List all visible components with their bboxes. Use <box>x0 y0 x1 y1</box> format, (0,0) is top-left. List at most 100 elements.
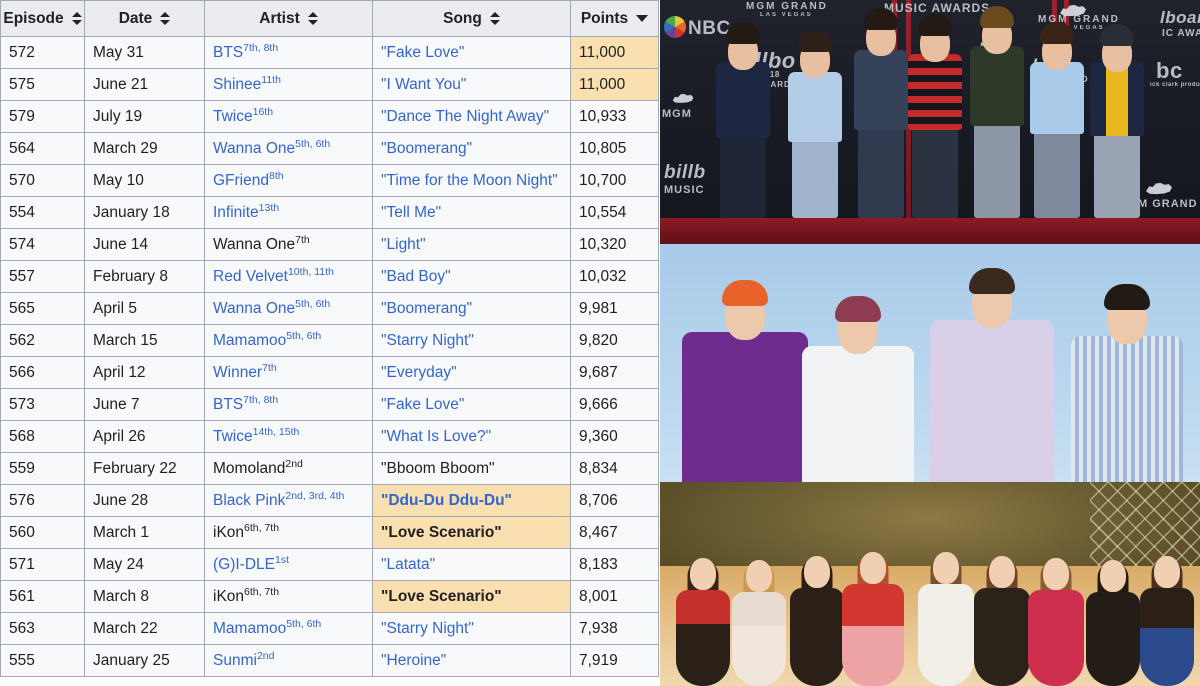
cell-song[interactable]: "Light" <box>372 228 571 261</box>
song-link[interactable]: "Light" <box>381 236 426 253</box>
artist-reference-superscript[interactable]: 6th, 7th <box>244 522 279 534</box>
artist-link[interactable]: Infinite <box>213 204 259 221</box>
artist-reference-superscript[interactable]: 14th, 15th <box>253 426 300 438</box>
cell-artist[interactable]: (G)I-DLE1st <box>204 548 373 581</box>
artist-text: iKon <box>213 588 245 606</box>
artist-link[interactable]: Twice <box>213 428 253 445</box>
song-link[interactable]: "Tell Me" <box>381 204 441 221</box>
song-link[interactable]: "Latata" <box>381 556 435 573</box>
artist-reference-superscript[interactable]: 5th, 6th <box>295 298 330 310</box>
cell-artist[interactable]: Winner7th <box>204 356 373 389</box>
cell-artist[interactable]: BTS7th, 8th <box>204 36 373 69</box>
artist-link[interactable]: Winner <box>213 364 262 381</box>
song-link[interactable]: "Boomerang" <box>381 140 472 157</box>
song-link[interactable]: "Boomerang" <box>381 300 472 317</box>
song-link[interactable]: "Starry Night" <box>381 332 474 349</box>
cell-song[interactable]: "I Want You" <box>372 68 571 101</box>
song-link[interactable]: "Starry Night" <box>381 620 474 637</box>
song-link[interactable]: "Fake Love" <box>381 396 464 413</box>
cell-artist[interactable]: Infinite13th <box>204 196 373 229</box>
cell-artist[interactable]: Twice16th <box>204 100 373 133</box>
cell-artist[interactable]: BTS7th, 8th <box>204 388 373 421</box>
artist-reference-superscript[interactable]: 7th <box>295 234 310 246</box>
artist-reference-superscript[interactable]: 11th <box>261 74 281 86</box>
cell-song[interactable]: "Starry Night" <box>372 612 571 645</box>
song-link[interactable]: "Ddu-Du Ddu-Du" <box>381 492 512 509</box>
song-link[interactable]: "Everyday" <box>381 364 457 381</box>
artist-reference-superscript[interactable]: 5th, 6th <box>295 138 330 150</box>
cell-song[interactable]: "Fake Love" <box>372 388 571 421</box>
song-link[interactable]: "Dance The Night Away" <box>381 108 549 125</box>
artist-link[interactable]: Red Velvet <box>213 268 288 285</box>
cell-song[interactable]: "Tell Me" <box>372 196 571 229</box>
cell-artist[interactable]: Sunmi2nd <box>204 644 373 677</box>
cell-song[interactable]: "Boomerang" <box>372 292 571 325</box>
cell-points: 10,805 <box>570 132 659 165</box>
sort-both-icon[interactable] <box>307 12 318 25</box>
cell-points: 9,687 <box>570 356 659 389</box>
artist-reference-superscript[interactable]: 10th, 11th <box>288 266 334 278</box>
artist-link[interactable]: Wanna One <box>213 140 295 157</box>
artist-link[interactable]: Mamamoo <box>213 620 286 637</box>
artist-reference-superscript[interactable]: 7th <box>262 362 277 374</box>
artist-link[interactable]: BTS <box>213 44 243 61</box>
cell-artist[interactable]: Mamamoo5th, 6th <box>204 612 373 645</box>
artist-reference-superscript[interactable]: 7th, 8th <box>243 42 278 54</box>
column-header-episode[interactable]: Episode <box>0 0 85 37</box>
cell-song[interactable]: "Ddu-Du Ddu-Du" <box>372 484 571 517</box>
artist-reference-superscript[interactable]: 2nd <box>285 458 303 470</box>
artist-link[interactable]: Sunmi <box>213 652 257 669</box>
sort-both-icon[interactable] <box>160 12 171 25</box>
artist-link[interactable]: Shinee <box>213 76 261 93</box>
sort-both-icon[interactable] <box>71 12 82 25</box>
cell-song[interactable]: "Starry Night" <box>372 324 571 357</box>
column-header-points[interactable]: Points <box>570 0 659 37</box>
cell-artist[interactable]: Wanna One5th, 6th <box>204 132 373 165</box>
artist-link[interactable]: GFriend <box>213 172 269 189</box>
cell-artist[interactable]: Wanna One5th, 6th <box>204 292 373 325</box>
artist-reference-superscript[interactable]: 5th, 6th <box>286 618 321 630</box>
song-link[interactable]: "I Want You" <box>381 76 466 93</box>
artist-reference-superscript[interactable]: 6th, 7th <box>244 586 279 598</box>
cell-artist[interactable]: Shinee11th <box>204 68 373 101</box>
artist-reference-superscript[interactable]: 1st <box>275 554 289 566</box>
song-link[interactable]: "Time for the Moon Night" <box>381 172 558 189</box>
artist-reference-superscript[interactable]: 2nd, 3rd, 4th <box>285 490 344 502</box>
cell-song[interactable]: "Everyday" <box>372 356 571 389</box>
cell-artist[interactable]: GFriend8th <box>204 164 373 197</box>
column-header-date[interactable]: Date <box>84 0 205 37</box>
artist-link[interactable]: Twice <box>213 108 253 125</box>
cell-song[interactable]: "Boomerang" <box>372 132 571 165</box>
song-link[interactable]: "Fake Love" <box>381 44 464 61</box>
cell-song[interactable]: "Bad Boy" <box>372 260 571 293</box>
artist-link[interactable]: Mamamoo <box>213 332 286 349</box>
sort-both-icon[interactable] <box>489 12 500 25</box>
cell-artist[interactable]: Twice14th, 15th <box>204 420 373 453</box>
column-header-artist[interactable]: Artist <box>204 0 373 37</box>
column-header-song[interactable]: Song <box>372 0 571 37</box>
cell-song[interactable]: "Dance The Night Away" <box>372 100 571 133</box>
sort-descending-icon[interactable] <box>636 15 649 22</box>
artist-link[interactable]: Black Pink <box>213 492 285 509</box>
song-link[interactable]: "Bad Boy" <box>381 268 451 285</box>
artist-reference-superscript[interactable]: 8th <box>269 170 284 182</box>
artist-link[interactable]: Wanna One <box>213 300 295 317</box>
cell-song[interactable]: "Fake Love" <box>372 36 571 69</box>
artist-link[interactable]: (G)I-DLE <box>213 556 275 573</box>
cell-artist[interactable]: Black Pink2nd, 3rd, 4th <box>204 484 373 517</box>
cell-artist[interactable]: Mamamoo5th, 6th <box>204 324 373 357</box>
cell-song[interactable]: "Heroine" <box>372 644 571 677</box>
cell-points: 11,000 <box>570 36 659 69</box>
artist-link[interactable]: BTS <box>213 396 243 413</box>
artist-reference-superscript[interactable]: 5th, 6th <box>286 330 321 342</box>
cell-song[interactable]: "Latata" <box>372 548 571 581</box>
artist-reference-superscript[interactable]: 13th <box>259 202 279 214</box>
artist-reference-superscript[interactable]: 2nd <box>257 650 275 662</box>
cell-song[interactable]: "What Is Love?" <box>372 420 571 453</box>
song-link[interactable]: "What Is Love?" <box>381 428 491 445</box>
artist-reference-superscript[interactable]: 16th <box>253 106 273 118</box>
artist-reference-superscript[interactable]: 7th, 8th <box>243 394 278 406</box>
song-link[interactable]: "Heroine" <box>381 652 446 669</box>
cell-song[interactable]: "Time for the Moon Night" <box>372 164 571 197</box>
cell-artist[interactable]: Red Velvet10th, 11th <box>204 260 373 293</box>
